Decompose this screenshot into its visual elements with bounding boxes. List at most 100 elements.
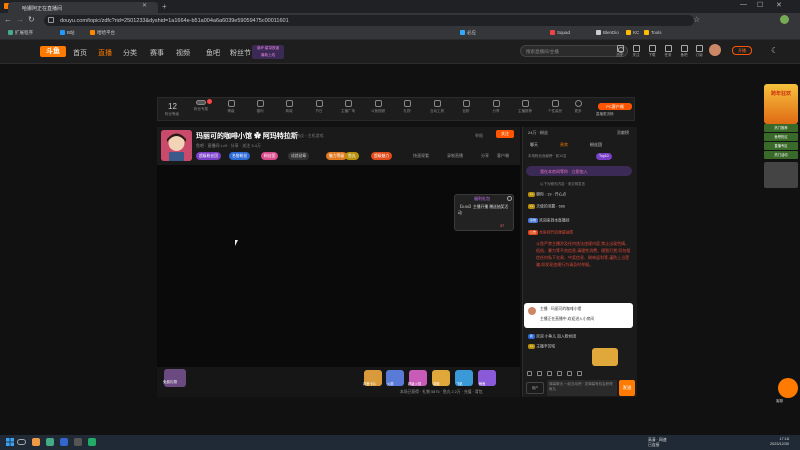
help-icon[interactable]	[507, 196, 512, 201]
site-logo[interactable]: 斗鱼	[40, 46, 66, 57]
taskbar-search-icon[interactable]	[17, 439, 26, 445]
nav-video[interactable]: 视频	[176, 48, 190, 58]
nav-fishbar[interactable]: 鱼吧	[206, 48, 220, 58]
room-link[interactable]: 快速观看	[413, 153, 429, 159]
bookmark-item[interactable]: KC	[626, 30, 639, 36]
profile-icon[interactable]	[780, 15, 789, 24]
header-download[interactable]: 下载	[647, 45, 657, 58]
room-category[interactable]: 聊天热议 › 主机游戏	[288, 133, 324, 139]
tool-item[interactable]: 节日	[309, 100, 329, 114]
room-badge[interactable]: 超级魅力	[371, 152, 393, 160]
room-badge[interactable]: 成就勋章	[288, 152, 310, 160]
tool-item[interactable]: 分享	[486, 100, 506, 114]
tool-item[interactable]: 钻粉	[456, 100, 476, 114]
maximize-icon[interactable]: ☐	[757, 1, 763, 9]
taskbar-app-icon[interactable]	[46, 438, 54, 446]
follow-button[interactable]: 关注	[496, 130, 514, 138]
tool-item[interactable]: 个性装扮	[545, 100, 565, 114]
room-badge[interactable]: 粉丝团	[261, 152, 279, 160]
lock-icon[interactable]	[567, 371, 572, 376]
tool-item[interactable]: 互动工具	[427, 100, 447, 114]
tab-close-icon[interactable]: ✕	[142, 2, 147, 9]
bookmark-item[interactable]: 扩展程序	[8, 30, 33, 36]
sidebar-ad-link[interactable]: 热门活动	[764, 151, 798, 159]
taskbar-app-icon[interactable]	[32, 438, 40, 446]
rank-pill[interactable]: Top10	[596, 153, 612, 160]
send-button[interactable]: 发送	[619, 380, 635, 396]
taskbar-app-icon[interactable]	[74, 438, 82, 446]
taskbar-app-icon[interactable]	[60, 438, 68, 446]
chat-tab[interactable]: 聊天	[530, 142, 538, 148]
chat-top-rank[interactable]: 贡献榜	[617, 130, 629, 136]
bookmark-item[interactable]: B站	[60, 30, 75, 36]
tool-item[interactable]: 更多	[568, 100, 588, 114]
report-link[interactable]: 举报	[475, 133, 483, 139]
windows-start-icon[interactable]	[6, 438, 14, 446]
new-tab-icon[interactable]: +	[162, 2, 167, 11]
user-avatar[interactable]	[709, 44, 721, 56]
bookmark-item[interactable]: Tools	[644, 30, 662, 36]
font-icon[interactable]	[557, 371, 562, 376]
chat-user-button[interactable]: 用户	[526, 382, 544, 394]
sidebar-ad-link[interactable]: 热门推荐	[764, 124, 798, 132]
bookmark-item[interactable]: Squad	[550, 30, 570, 36]
bookmark-star-icon[interactable]: ☆	[693, 15, 700, 24]
nav-live[interactable]: 直播	[98, 48, 112, 58]
dark-mode-icon[interactable]: ☾	[771, 46, 778, 55]
gift-icon[interactable]	[547, 371, 552, 376]
tool-item[interactable]: 主播推荐	[515, 100, 535, 114]
bookmark-item[interactable]: 必应	[460, 30, 476, 36]
lock-icon[interactable]	[48, 17, 54, 23]
tool-item[interactable]: 福利	[250, 100, 270, 114]
taskbar-clock[interactable]: 17:18 2023/12/30	[770, 437, 789, 447]
room-badge[interactable]: 魅力等级	[326, 152, 348, 160]
forward-icon[interactable]: →	[16, 15, 24, 24]
settings-icon[interactable]	[537, 371, 542, 376]
window-close-icon[interactable]: ✕	[776, 1, 782, 9]
back-icon[interactable]: ←	[4, 15, 12, 24]
fan-banner[interactable]: 我在本房间等你 · 立即加入	[526, 166, 632, 176]
taskbar-app-icon[interactable]	[88, 438, 96, 446]
chat-tab[interactable]: 粉丝团	[590, 142, 602, 148]
search-input[interactable]: 搜索直播间/主播	[520, 45, 628, 57]
room-badge[interactable]: 超级粉丝团	[196, 152, 221, 160]
nav-home[interactable]: 首页	[73, 48, 87, 58]
bookmark-item[interactable]: BlenDio	[596, 30, 619, 36]
minimize-icon[interactable]: —	[740, 1, 747, 8]
tool-item[interactable]: 商城	[279, 100, 299, 114]
emoji-icon[interactable]	[527, 371, 532, 376]
bookmark-item[interactable]: 哈哈平台	[90, 30, 115, 36]
header-follow[interactable]: 关注	[631, 45, 641, 58]
room-badge[interactable]: 鱼丸	[345, 152, 359, 160]
nav-esports[interactable]: 赛事	[150, 48, 164, 58]
room-badge[interactable]: 名誉粉丝	[229, 152, 251, 160]
header-task[interactable]: 任务	[663, 45, 673, 58]
room-link[interactable]: 客户端	[497, 153, 509, 159]
room-link[interactable]: 分享	[481, 153, 489, 159]
header-history[interactable]: 历史	[615, 45, 625, 58]
sidebar-ad-link[interactable]: 鱼吧热议	[764, 133, 798, 141]
chat-tab[interactable]: 贵宾	[560, 142, 568, 148]
browser-tab-active[interactable]: 哈娜阿正在直播间	[8, 2, 158, 13]
tool-item[interactable]: 礼物	[397, 100, 417, 114]
room-link[interactable]: 录制直播	[447, 153, 463, 159]
url-field[interactable]: douyu.com/topic/zdfc?rid=2501233&dyshid=…	[44, 15, 694, 26]
streamer-avatar[interactable]	[161, 130, 192, 161]
more-icon[interactable]	[577, 371, 582, 376]
header-subscribe[interactable]: 订阅	[694, 45, 704, 58]
sidebar-ad[interactable]: 跨年狂欢	[764, 84, 798, 124]
sidebar-ad-link[interactable]: 直播专区	[764, 142, 798, 150]
tool-item[interactable]: 斗鱼视频	[368, 100, 388, 114]
pc-client-button[interactable]: PC客户端	[598, 103, 632, 110]
nav-category[interactable]: 分类	[123, 48, 137, 58]
nav-fan-festival[interactable]: 粉丝节	[230, 48, 251, 58]
sidebar-ad-image[interactable]	[764, 162, 798, 188]
tool-item[interactable]: 等级	[221, 100, 241, 114]
header-promo[interactable]: 崩坏:星穹铁道 最新上线	[252, 45, 284, 59]
chat-input[interactable]: 弹幕聊天,一起互动吧 · 发弹幕有机会获得鱼丸	[547, 380, 617, 396]
tool-item[interactable]: 主播广场	[338, 100, 358, 114]
chat-gift-icon[interactable]	[592, 348, 618, 366]
open-live-button[interactable]: 开播	[732, 46, 752, 55]
header-fishbar[interactable]: 鱼吧	[679, 45, 689, 58]
reload-icon[interactable]: ↻	[28, 15, 35, 24]
